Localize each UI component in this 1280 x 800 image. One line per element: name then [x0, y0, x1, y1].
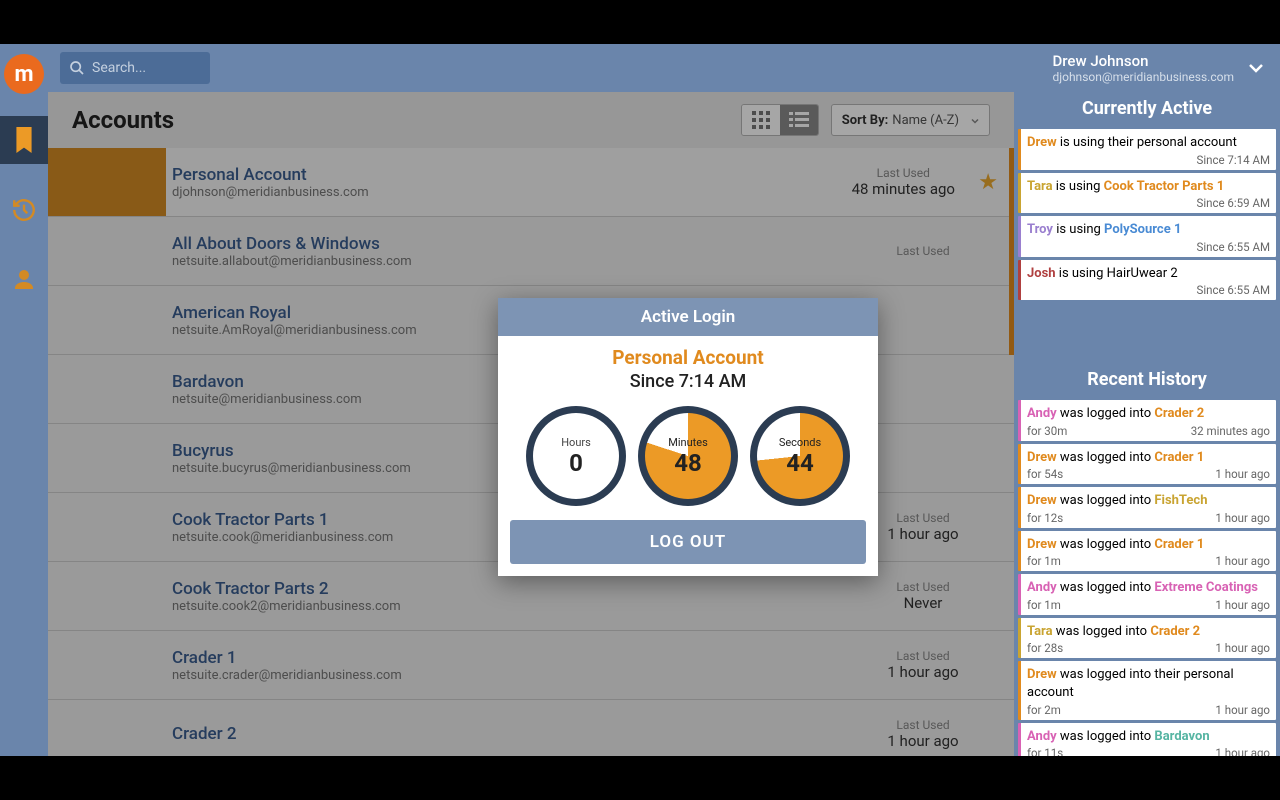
activity-item[interactable]: Drew was logged into their personal acco… [1018, 661, 1276, 719]
seconds-dial: Seconds 44 [750, 406, 850, 506]
app-logo[interactable]: m [4, 54, 44, 94]
user-menu[interactable]: Drew Johnson djohnson@meridianbusiness.c… [1052, 52, 1268, 84]
activity-item[interactable]: Drew was logged into FishTechfor 12s1 ho… [1018, 487, 1276, 528]
activity-item[interactable]: Drew was logged into Crader 1for 54s1 ho… [1018, 444, 1276, 485]
activity-item[interactable]: Andy was logged into Extreme Coatingsfor… [1018, 574, 1276, 615]
activity-item[interactable]: Andy was logged into Bardavonfor 11s1 ho… [1018, 723, 1276, 756]
nav-bookmark-icon[interactable] [0, 116, 48, 164]
currently-active-title: Currently Active [1014, 92, 1280, 123]
activity-item[interactable]: Drew is using their personal accountSinc… [1018, 129, 1276, 170]
user-email: djohnson@meridianbusiness.com [1052, 70, 1234, 84]
activity-item[interactable]: Josh is using HairUwear 2Since 6:55 AM [1018, 260, 1276, 301]
nav-rail: m [0, 44, 48, 756]
activity-item[interactable]: Tara is using Cook Tractor Parts 1Since … [1018, 173, 1276, 214]
modal-title: Active Login [498, 298, 878, 336]
chevron-down-icon [1244, 56, 1268, 80]
user-name: Drew Johnson [1052, 52, 1234, 70]
active-login-modal: Active Login Personal Account Since 7:14… [498, 298, 878, 576]
topbar: Drew Johnson djohnson@meridianbusiness.c… [48, 44, 1280, 92]
hours-dial: Hours 0 [526, 406, 626, 506]
search-icon [69, 60, 85, 76]
activity-item[interactable]: Andy was logged into Crader 2for 30m32 m… [1018, 400, 1276, 441]
modal-account: Personal Account [498, 336, 878, 371]
activity-item[interactable]: Troy is using PolySource 1Since 6:55 AM [1018, 216, 1276, 257]
modal-since: Since 7:14 AM [498, 371, 878, 402]
nav-history-icon[interactable] [0, 186, 48, 234]
logout-button[interactable]: LOG OUT [510, 520, 866, 564]
activity-item[interactable]: Tara was logged into Crader 2for 28s1 ho… [1018, 618, 1276, 659]
activity-item[interactable]: Drew was logged into Crader 1for 1m1 hou… [1018, 531, 1276, 572]
activity-sidebar: Currently Active Drew is using their per… [1014, 92, 1280, 756]
minutes-dial: Minutes 48 [638, 406, 738, 506]
recent-history-title: Recent History [1014, 363, 1280, 394]
nav-user-icon[interactable] [0, 256, 48, 304]
